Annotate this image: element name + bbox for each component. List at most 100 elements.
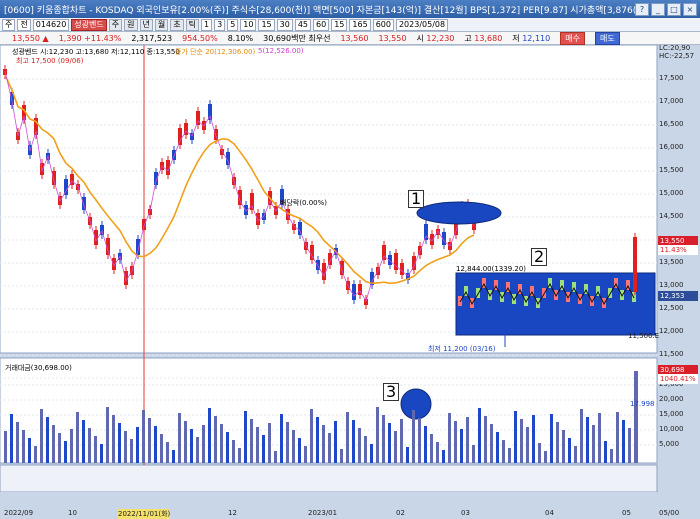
view-month-button[interactable]: 월 [154,18,169,31]
view-week-button[interactable]: 원 [124,18,138,31]
buy-button[interactable]: 매수 [560,31,585,45]
volume-bar [70,429,73,463]
count-input[interactable]: 165 [349,18,371,31]
volume-bar [58,433,61,463]
market-select[interactable]: 주 [2,18,16,31]
annotation-1-ellipse [416,201,502,225]
price-tick: 13,500 [659,258,684,266]
volume-bar [142,410,145,463]
volume-bar [496,432,499,463]
date-label: 02 [396,509,405,517]
volume-bar [616,412,619,463]
volume-bar [466,417,469,463]
volume-bar [196,437,199,463]
volume-bar [550,414,553,463]
volume-bar [568,438,571,463]
volume-bar [358,428,361,463]
volume-bar [382,415,385,463]
maximize-button[interactable]: □ [667,2,681,16]
volume-bar [202,425,205,463]
close-button[interactable]: × [683,2,697,16]
candle-body [142,219,146,230]
period-select[interactable]: 전 [17,18,31,31]
volume-bar [592,425,595,463]
candle-body [196,111,200,125]
volume-bar [232,440,235,463]
view-sec-button[interactable]: 초 [170,18,184,31]
view-year-button[interactable]: 년 [139,18,153,31]
chart-area[interactable]: 성광벤드 시:12,230 고:13,680 저:12,110 종:13,550… [0,44,700,519]
volume-bar [316,417,319,463]
chart-toolbar: 주 전 014620 성광벤드 주 원 년 월 초 틱 1 3 5 10 15 … [0,18,700,32]
minimize-button[interactable]: _ [651,2,665,16]
price-chart-svg[interactable] [0,45,700,492]
candle-body [352,284,356,300]
volume-bar [526,427,529,463]
price-tick: 17,500 [659,74,684,82]
view-tick-button[interactable]: 틱 [185,18,199,31]
minute-30-button[interactable]: 30 [276,18,293,31]
minute-5-button[interactable]: 5 [227,18,239,31]
ask-price: 13,560 [340,33,369,43]
volume-bar [172,450,175,463]
price-tick: 16,500 [659,120,684,128]
volume-bar [184,421,187,463]
count-total: 600 [372,18,394,31]
help-button[interactable]: ? [635,2,649,16]
volume-bar [604,441,607,463]
minute-15-button[interactable]: 15 [258,18,275,31]
minute-1-button[interactable]: 1 [201,18,213,31]
candle-body [178,128,182,145]
volume-bar [256,427,259,463]
volume-bar [532,415,535,463]
volume-bar [238,448,241,463]
volume-bar [334,421,337,463]
code-input[interactable]: 014620 [32,18,70,31]
volume-bar [628,428,631,463]
price-tick: 15,000 [659,189,684,197]
sell-button[interactable]: 매도 [594,31,620,45]
volume-bar [118,423,121,463]
turnover: 8.10% [227,33,254,43]
volume: 2,317,523 [131,33,173,43]
candle-body [298,222,302,235]
volume-bar [394,431,397,463]
volume-bar [472,445,475,463]
minute-10-button[interactable]: 10 [240,18,257,31]
price-tick: 14,500 [659,212,684,220]
volume-bar [574,446,577,463]
date-input[interactable]: 2023/05/08 [395,18,449,31]
minute-3-button[interactable]: 3 [214,18,226,31]
volume-bar [268,423,271,463]
volume-bar [4,431,7,463]
volume-bar [622,420,625,463]
date-label: 10 [68,509,77,517]
volume-tick: 5,000 [659,440,680,448]
up-arrow-icon: ▲ [42,33,49,43]
volume-bar [502,440,505,463]
price-tick: 17,000 [659,97,684,105]
minute-60-button[interactable]: 60 [313,18,330,31]
axis-top-label-2: HC:-22,57 [659,52,695,60]
minute-custom-select[interactable]: 15 [331,18,348,31]
volume-bar [580,409,583,463]
legend-ma20: 종가 단순 20(12,306.00) [175,48,256,56]
volume-bar [322,425,325,463]
volume-bar [244,411,247,463]
annotation-2: 2 [531,248,548,266]
window-title: [0600] 키움종합차트 - KOSDAQ 외국인보유[2.00%(주)] 주… [4,5,635,16]
candle-body [400,263,404,275]
volume-bar [10,414,13,463]
minute-45-button[interactable]: 45 [294,18,312,31]
volume-bar [460,429,463,463]
open-price: 12,230 [426,33,455,43]
stock-name[interactable]: 성광벤드 [71,18,107,31]
date-label: 12 [228,509,237,517]
box-candle [458,296,462,306]
view-day-button[interactable]: 주 [108,18,123,31]
volume-bar [64,441,67,463]
volume-bar [106,407,109,463]
volume-bar [160,434,163,463]
volume-bar [586,417,589,463]
volume-bar [424,426,427,463]
